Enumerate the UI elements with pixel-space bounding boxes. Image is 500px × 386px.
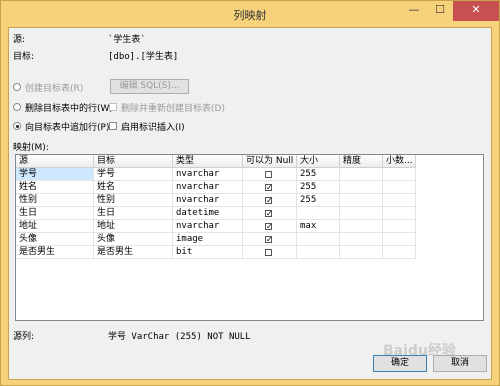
cell-precision[interactable] [340,207,383,220]
source-value: `学生表` [108,35,146,45]
column-header-nullable[interactable]: 可以为 Null [243,155,297,168]
cell-size[interactable]: 255 [297,194,340,207]
cell-scale[interactable] [383,220,416,233]
cell-nullable[interactable] [243,168,297,181]
cell-size[interactable]: max [297,220,340,233]
cell-precision[interactable] [340,220,383,233]
nullable-checkbox[interactable] [265,171,272,178]
cell-scale[interactable] [383,207,416,220]
cell-scale[interactable] [383,233,416,246]
dialog-body: 源: `学生表` 目标: [dbo].[学生表] 创建目标表(R) 编辑 SQL… [8,27,492,380]
edit-sql-button[interactable]: 编辑 SQL(S)... [110,79,189,94]
cell-source[interactable]: 生日 [16,207,94,220]
cell-scale[interactable] [383,194,416,207]
create-table-radio[interactable] [13,83,21,91]
cell-type[interactable]: image [173,233,243,246]
delete-rows-label: 删除目标表中的行(W) [25,104,113,114]
cell-target[interactable]: 地址 [94,220,173,233]
cell-type[interactable]: nvarchar [173,181,243,194]
column-header-precision[interactable]: 精度 [340,155,383,168]
column-header-type[interactable]: 类型 [173,155,243,168]
cell-nullable[interactable]: ✓ [243,207,297,220]
title-bar: 列映射 — ☐ ✕ [1,1,499,27]
cell-size[interactable]: 255 [297,181,340,194]
source-column-label: 源列: [13,332,35,342]
drop-recreate-checkbox[interactable] [109,103,117,111]
cell-source[interactable]: 是否男生 [16,246,94,259]
cell-type[interactable]: nvarchar [173,168,243,181]
append-rows-radio[interactable] [13,122,21,130]
cell-nullable[interactable] [243,246,297,259]
cell-precision[interactable] [340,181,383,194]
cell-size[interactable]: 255 [297,168,340,181]
cell-type[interactable]: nvarchar [173,194,243,207]
cell-scale[interactable] [383,168,416,181]
minimize-button[interactable]: — [401,1,427,21]
column-header-source[interactable]: 源 [16,155,94,168]
column-header-scale[interactable]: 小数... [383,155,416,168]
cell-size[interactable] [297,233,340,246]
column-header-target[interactable]: 目标 [94,155,173,168]
source-label: 源: [13,35,26,45]
cell-scale[interactable] [383,246,416,259]
mappings-label: 映射(M): [13,143,49,153]
cell-size[interactable] [297,207,340,220]
cell-nullable[interactable]: ✓ [243,194,297,207]
identity-insert-label: 启用标识插入(I) [121,123,185,133]
cell-precision[interactable] [340,233,383,246]
drop-recreate-label: 删除并重新创建目标表(D) [121,104,225,114]
cell-target[interactable]: 生日 [94,207,173,220]
cell-target[interactable]: 是否男生 [94,246,173,259]
nullable-checkbox[interactable]: ✓ [265,197,273,205]
cell-type[interactable]: bit [173,246,243,259]
cell-precision[interactable] [340,194,383,207]
cell-source[interactable]: 头像 [16,233,94,246]
cell-nullable[interactable]: ✓ [243,181,297,194]
identity-insert-checkbox[interactable] [109,122,117,130]
cell-target[interactable]: 姓名 [94,181,173,194]
column-header-size[interactable]: 大小 [297,155,340,168]
cell-precision[interactable] [340,168,383,181]
cell-nullable[interactable]: ✓ [243,233,297,246]
append-rows-label: 向目标表中追加行(P) [25,123,110,133]
source-column-value: 学号 VarChar (255) NOT NULL [108,332,251,342]
cell-scale[interactable] [383,181,416,194]
mappings-grid[interactable]: 源 目标 类型 可以为 Null 大小 精度 小数... 学号 学号 nvarcha… [15,154,484,321]
create-table-label: 创建目标表(R) [25,84,84,94]
nullable-checkbox[interactable]: ✓ [265,184,273,192]
cell-target[interactable]: 头像 [94,233,173,246]
cell-type[interactable]: datetime [173,207,243,220]
watermark-logo: Baidu经验 [383,343,456,359]
cell-target[interactable]: 性别 [94,194,173,207]
target-value: [dbo].[学生表] [108,52,179,62]
delete-rows-radio[interactable] [13,103,21,111]
cell-nullable[interactable]: ✓ [243,220,297,233]
cell-source[interactable]: 姓名 [16,181,94,194]
nullable-checkbox[interactable] [265,249,272,256]
cell-source[interactable]: 性别 [16,194,94,207]
close-button[interactable]: ✕ [453,1,499,21]
cell-source[interactable]: 地址 [16,220,94,233]
cell-precision[interactable] [340,246,383,259]
target-label: 目标: [13,52,35,62]
cell-type[interactable]: nvarchar [173,220,243,233]
cell-target[interactable]: 学号 [94,168,173,181]
nullable-checkbox[interactable]: ✓ [265,210,273,218]
cell-size[interactable] [297,246,340,259]
nullable-checkbox[interactable]: ✓ [265,223,273,231]
nullable-checkbox[interactable]: ✓ [265,236,273,244]
maximize-button[interactable]: ☐ [427,1,453,21]
dialog-window: 列映射 — ☐ ✕ 源: `学生表` 目标: [dbo].[学生表] 创建目标表… [0,0,500,386]
cell-source[interactable]: 学号 [16,168,94,181]
